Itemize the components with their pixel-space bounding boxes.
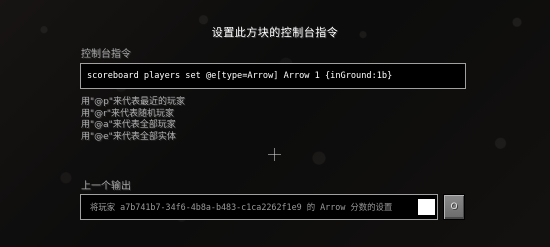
command-input[interactable]: scoreboard players set @e[type=Arrow] Ar… [80, 63, 466, 89]
help-line-all-players: 用"@a"来代表全部玩家 [81, 120, 176, 130]
help-line-random-player: 用"@r"来代表随机玩家 [81, 108, 174, 119]
help-text: 用"@p"来代表最近的玩家 用"@r"来代表随机玩家 用"@a"来代表全部玩家 … [81, 97, 185, 143]
previous-output-field: 将玩家 a7b741b7-34f6-4b8a-b483-c1ca2262f1e9… [80, 194, 438, 220]
output-toggle-button[interactable]: O [443, 194, 465, 220]
help-line-all-entities: 用"@e"来代表全部实体 [81, 131, 176, 142]
crosshair-icon [268, 148, 281, 161]
help-line-nearest-player: 用"@p"来代表最近的玩家 [81, 97, 185, 107]
screen-title: 设置此方块的控制台指令 [211, 26, 339, 39]
command-label: 控制台指令 [81, 49, 131, 60]
text-cursor [418, 199, 435, 215]
previous-output-label: 上一个输出 [81, 181, 131, 192]
